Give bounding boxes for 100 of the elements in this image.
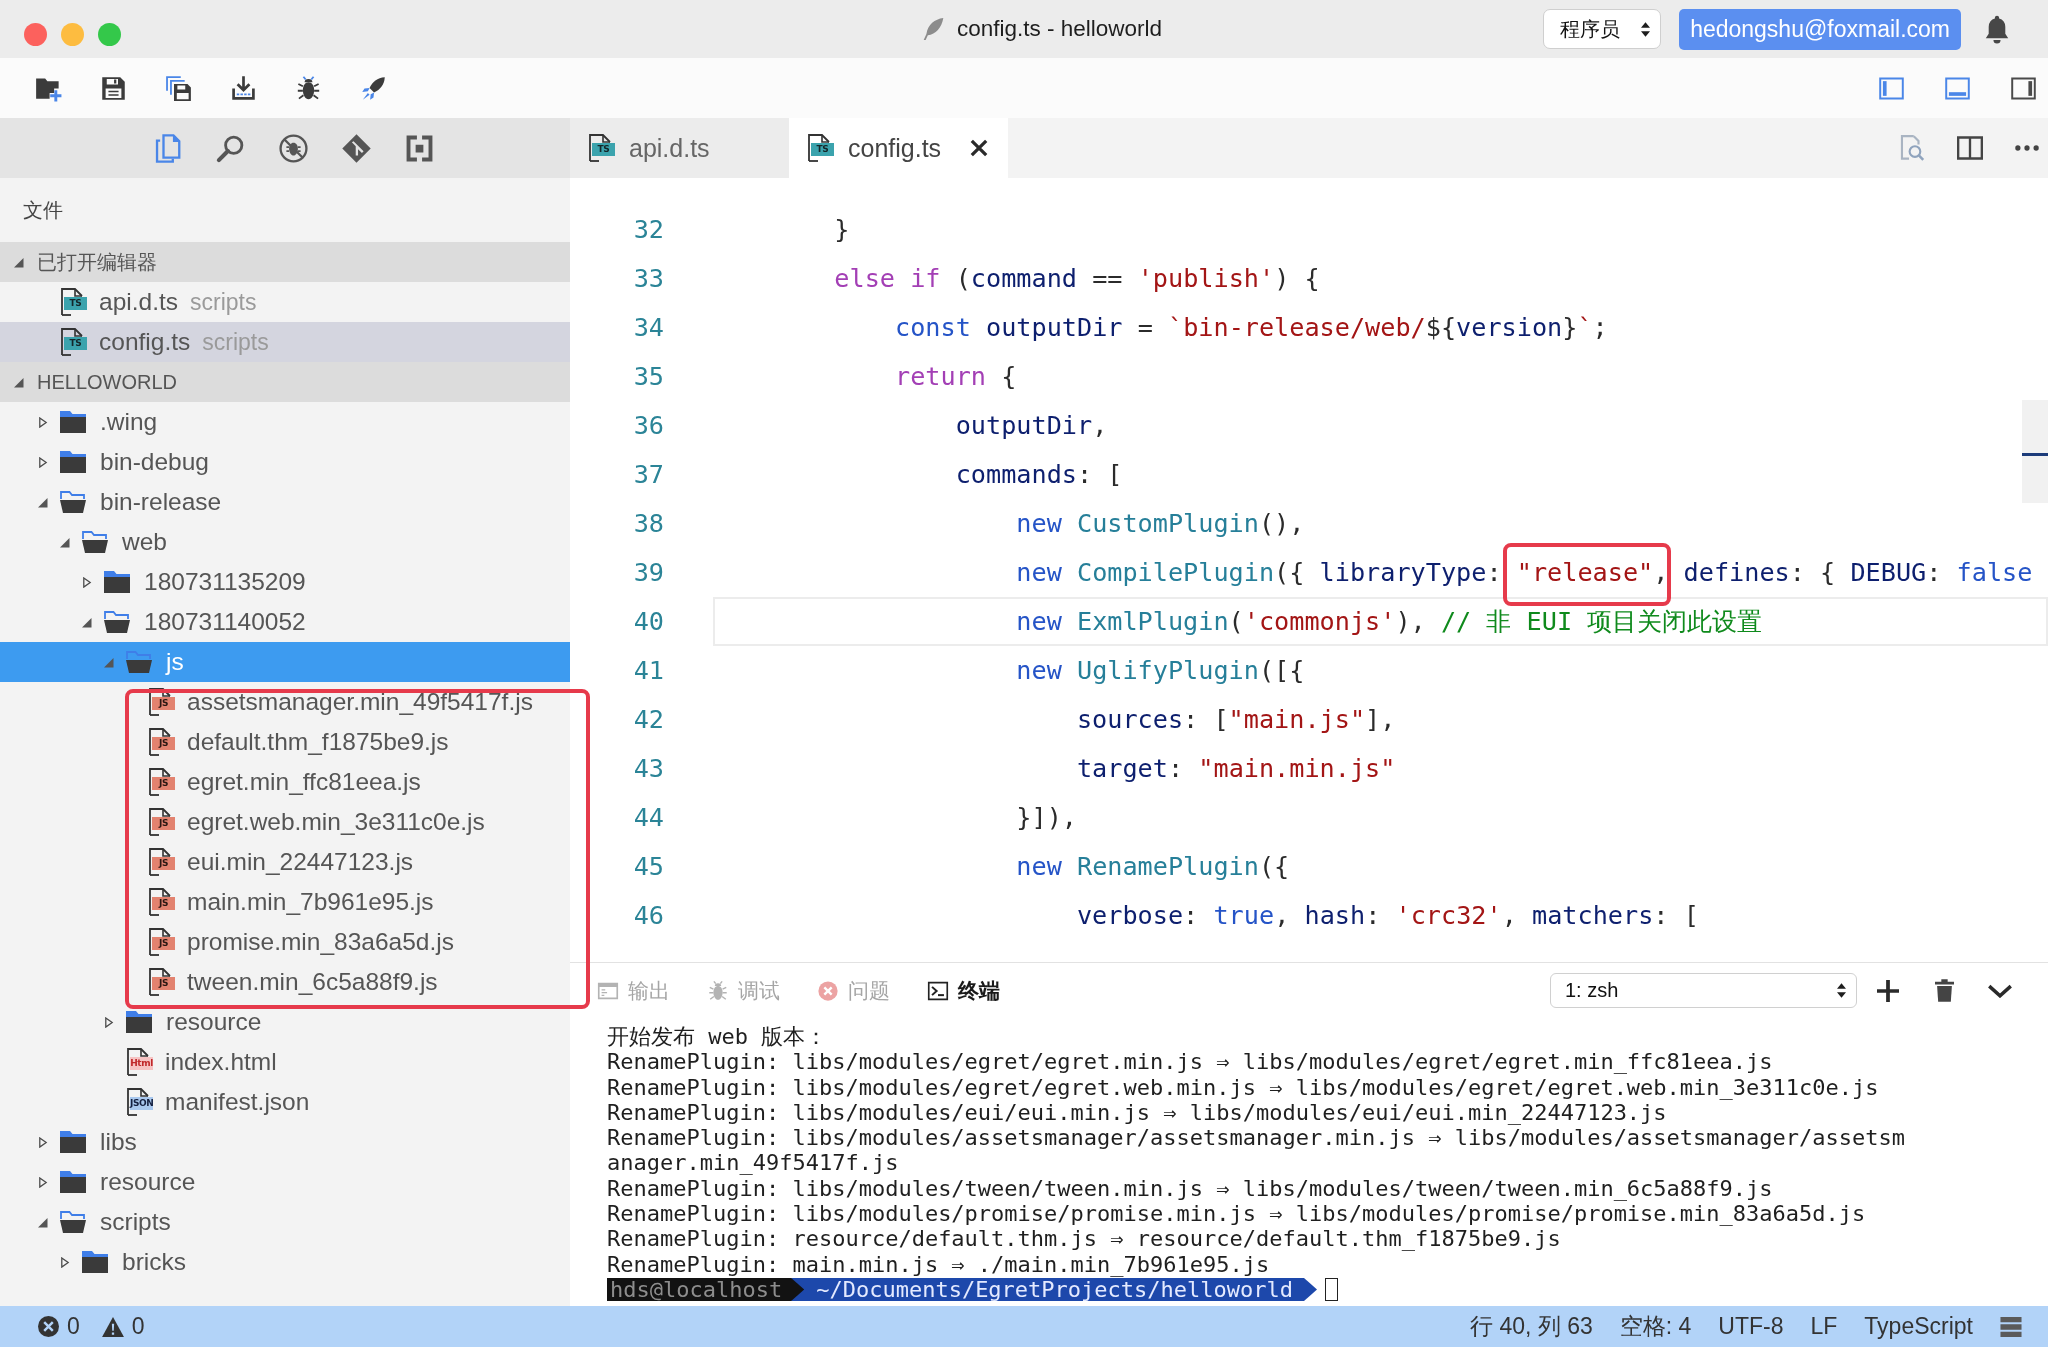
code-line: new RenamePlugin({ (1016, 852, 1290, 881)
tree-item[interactable]: bin-debug (0, 442, 570, 482)
crossed-bug-icon[interactable] (278, 132, 309, 164)
tree-item[interactable]: bin-release (0, 482, 570, 522)
plus-icon[interactable] (1877, 979, 1899, 1002)
split-editor-icon[interactable] (1957, 135, 1983, 161)
file-encoding[interactable]: UTF-8 (1718, 1313, 1784, 1340)
line-number: 45 (633, 852, 664, 881)
tree-item[interactable]: JS tween.min_6c5a88f9.js (0, 962, 570, 1002)
code-line: outputDir, (955, 411, 1108, 440)
triangle-right-icon[interactable] (104, 1016, 114, 1028)
code-line: new CustomPlugin(), (1016, 509, 1305, 538)
error-icon[interactable] (38, 1316, 59, 1337)
tree-item[interactable]: scripts (0, 1202, 570, 1242)
code-line: new CompilePlugin({ libraryType: "release", defines: { DEBUG: false (1016, 558, 2033, 587)
tree-item[interactable]: .wing (0, 402, 570, 442)
bottom-pane-layout-icon[interactable] (1944, 74, 1971, 102)
tree-item[interactable]: JS default.thm_f1875be9.js (0, 722, 570, 762)
indentation-setting[interactable]: 空格: 4 (1619, 1311, 1692, 1342)
folder-icon (60, 1131, 86, 1153)
language-mode[interactable]: TypeScript (1864, 1313, 1973, 1340)
close-button[interactable] (24, 22, 47, 46)
open-editor-item[interactable]: TS config.ts scripts (0, 322, 570, 362)
folder-icon (60, 1171, 86, 1193)
tree-item[interactable]: JS egret.min_ffc81eea.js (0, 762, 570, 802)
warning-icon[interactable] (101, 1316, 124, 1337)
code-line: return { (895, 362, 1017, 391)
triangle-down-icon[interactable] (60, 536, 70, 548)
open-folder-icon (60, 1211, 86, 1233)
close-icon[interactable] (970, 139, 989, 157)
left-pane-layout-icon[interactable] (1878, 74, 1905, 102)
rocket-icon[interactable] (360, 74, 387, 102)
terminal-select[interactable]: 1: zsh (1550, 973, 1857, 1008)
triangle-down-icon[interactable] (82, 616, 92, 628)
triangle-right-icon[interactable] (38, 1136, 48, 1148)
bug-icon[interactable] (295, 74, 322, 102)
diamond-branch-icon[interactable] (341, 132, 372, 164)
triangle-down-icon[interactable] (14, 376, 24, 388)
more-icon[interactable] (2015, 145, 2039, 151)
terminal-line: RenamePlugin: libs/modules/eui/eui.min.js ⇒ libs/modules/eui/eui.min_22447123.js (607, 1099, 1667, 1126)
feather-icon (921, 17, 945, 41)
line-number: 35 (633, 362, 664, 391)
panel-tab[interactable]: 终端 (927, 976, 1000, 1005)
updown-arrows-icon (1837, 983, 1846, 998)
code-line: target: "main.min.js" (1076, 754, 1396, 783)
line-ending[interactable]: LF (1810, 1313, 1838, 1340)
save-all-icon[interactable] (165, 74, 192, 102)
folder-icon (104, 571, 130, 593)
tree-item[interactable]: web (0, 522, 570, 562)
tree-item[interactable]: JS main.min_7b961e95.js (0, 882, 570, 922)
folder-icon (60, 411, 86, 433)
terminal-line: anager.min_49f5417f.js (607, 1150, 899, 1176)
line-number: 33 (633, 264, 664, 293)
tree-item[interactable]: 180731140052 (0, 602, 570, 642)
tree-item[interactable]: resource (0, 1162, 570, 1202)
warning-count[interactable]: 0 (131, 1313, 145, 1340)
tree-item[interactable]: JS egret.web.min_3e311c0e.js (0, 802, 570, 842)
role-select[interactable]: 程序员 (1543, 9, 1662, 49)
triangle-right-icon[interactable] (38, 416, 48, 428)
editor-tab[interactable]: TS config.ts (789, 118, 1008, 178)
triangle-down-icon[interactable] (38, 496, 48, 508)
open-folder-icon (126, 651, 152, 673)
triangle-down-icon[interactable] (14, 256, 24, 268)
error-circle-icon (817, 979, 839, 1002)
triangle-down-icon[interactable] (38, 1216, 48, 1228)
section-header[interactable]: 已打开编辑器 (0, 242, 570, 282)
right-pane-layout-icon[interactable] (2010, 74, 2037, 102)
tree-item[interactable]: JS promise.min_83a6a5d.js (0, 922, 570, 962)
code-line: sources: ["main.js"], (1076, 705, 1396, 734)
tree-item[interactable]: 180731135209 (0, 562, 570, 602)
tree-item[interactable]: Html index.html (0, 1042, 570, 1082)
bell-icon[interactable] (1985, 14, 2009, 44)
tree-item[interactable]: bricks (0, 1242, 570, 1282)
line-number: 41 (633, 656, 664, 685)
triangle-right-icon[interactable] (38, 1176, 48, 1188)
triangle-right-icon[interactable] (38, 456, 48, 468)
triangle-right-icon[interactable] (82, 576, 92, 588)
error-count[interactable]: 0 (67, 1313, 80, 1340)
stacked-bars-icon[interactable] (2000, 1316, 2022, 1337)
triangle-right-icon[interactable] (60, 1256, 70, 1268)
tree-item[interactable]: JS eui.min_22447123.js (0, 842, 570, 882)
tree-item[interactable]: resource (0, 1002, 570, 1042)
trash-icon[interactable] (1935, 979, 1954, 1002)
terminal-cursor (1325, 1278, 1338, 1302)
editor-tab[interactable]: TS api.d.ts (570, 118, 789, 178)
line-number: 42 (633, 705, 664, 734)
tree-item[interactable]: JSON manifest.json (0, 1082, 570, 1122)
scrollbar-thumb[interactable] (2022, 400, 2048, 503)
open-folder-icon (82, 531, 108, 553)
download-tray-icon[interactable] (230, 74, 257, 102)
line-number: 40 (633, 607, 664, 636)
terminal-icon (927, 979, 949, 1002)
tree-item[interactable]: libs (0, 1122, 570, 1162)
tree-item[interactable]: JS assetsmanager.min_49f5417f.js (0, 682, 570, 722)
chevron-down-icon[interactable] (1988, 983, 2012, 998)
section-header[interactable]: HELLOWORLD (0, 362, 570, 402)
cursor-position[interactable]: 行 40, 列 63 (1470, 1311, 1593, 1342)
save-icon[interactable] (100, 74, 127, 102)
open-editor-item[interactable]: TS api.d.ts scripts (0, 282, 570, 322)
line-number: 38 (633, 509, 664, 538)
